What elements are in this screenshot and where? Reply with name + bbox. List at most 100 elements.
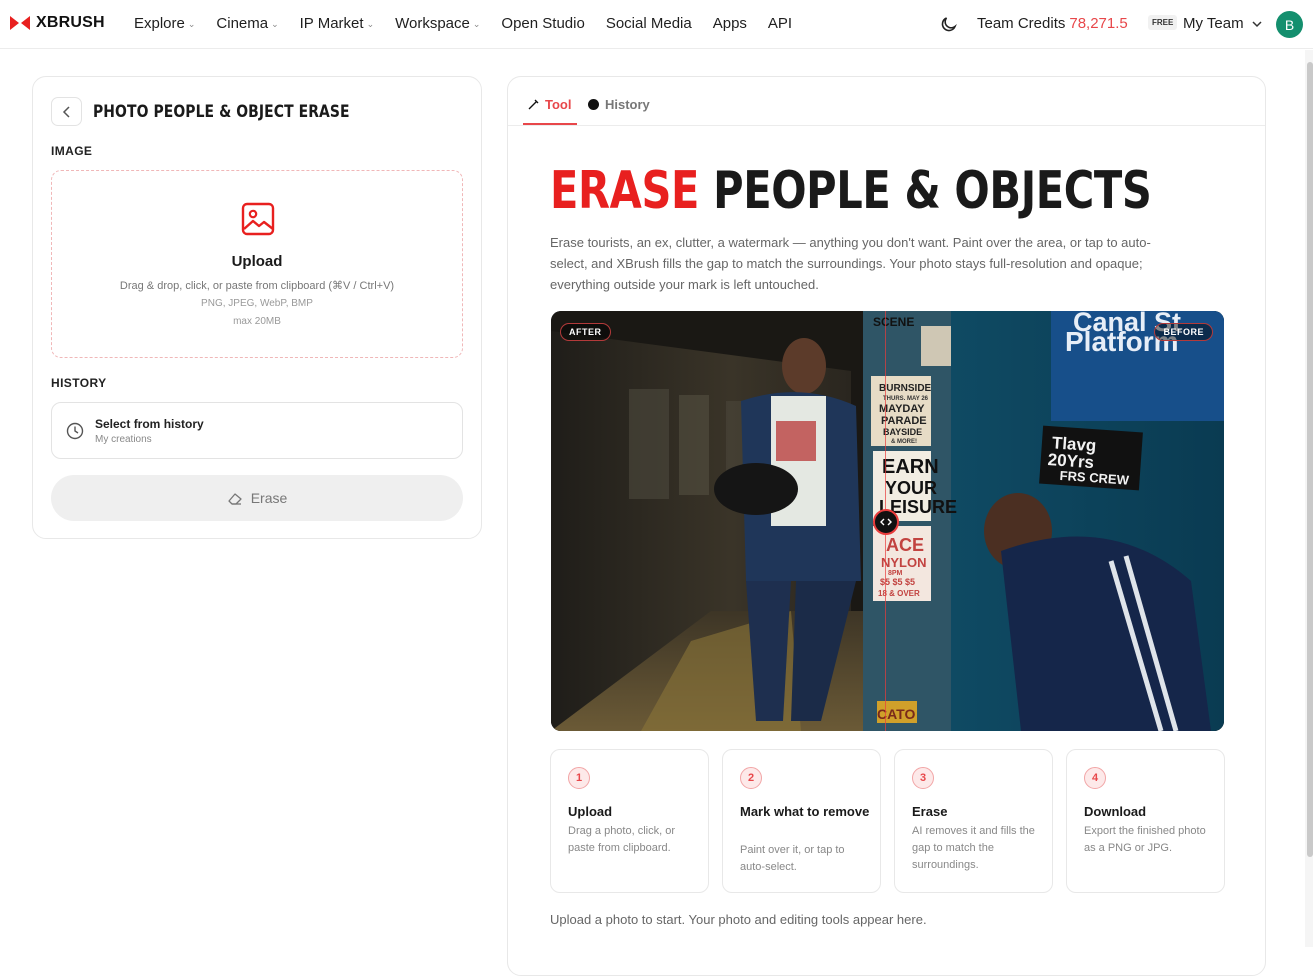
chevron-left-icon xyxy=(62,105,70,118)
image-section-label: IMAGE xyxy=(51,144,93,158)
step-card: 4 Download Export the finished photo as … xyxy=(1066,749,1225,893)
compare-slider-handle[interactable] xyxy=(873,509,899,535)
step-title: Mark what to remove xyxy=(740,804,870,819)
image-upload-icon xyxy=(241,202,275,236)
nav-item-open-studio[interactable]: Open Studio xyxy=(501,15,584,32)
tab-label: Tool xyxy=(545,97,572,112)
plan-badge: FREE xyxy=(1148,15,1178,30)
hero-accent-word: ERASE xyxy=(550,161,700,221)
active-tab-indicator xyxy=(523,123,577,125)
history-dot-icon xyxy=(588,99,599,110)
dark-mode-moon-icon[interactable] xyxy=(939,14,959,34)
before-badge: BEFORE xyxy=(1154,323,1213,341)
nav-label: Apps xyxy=(712,15,747,32)
nav-label: Cinema xyxy=(216,15,269,32)
team-label: My Team xyxy=(1183,15,1244,32)
back-button[interactable] xyxy=(51,97,82,126)
panel-tabs: Tool History xyxy=(508,77,1265,126)
chevron-down-icon: ⌄ xyxy=(472,19,481,29)
poster-text: CATO xyxy=(877,706,915,722)
team-credits[interactable]: Team Credits 78,271.5 xyxy=(977,15,1128,32)
chevron-down-icon: ⌄ xyxy=(366,19,375,29)
poster-text: PARADE xyxy=(881,415,927,427)
tab-history[interactable]: History xyxy=(588,97,650,112)
upload-dropzone[interactable]: Upload Drag & drop, click, or paste from… xyxy=(51,170,463,358)
nav-label: Explore xyxy=(134,15,185,32)
nav-label: API xyxy=(767,15,793,32)
upload-instructions: Drag & drop, click, or paste from clipbo… xyxy=(119,280,395,292)
tab-tool[interactable]: Tool xyxy=(528,97,571,112)
clock-icon xyxy=(66,422,84,440)
step-title: Upload xyxy=(568,804,613,819)
step-description: Paint over it, or tap to auto-select. xyxy=(740,844,845,873)
poster-text: BURNSIDE xyxy=(879,383,932,394)
step-title: Erase xyxy=(912,804,948,819)
poster-text: 8PM xyxy=(888,570,903,577)
tab-label: History xyxy=(605,97,650,112)
history-select-subtitle: My creations xyxy=(95,434,152,445)
tool-description: Erase tourists, an ex, clutter, a waterm… xyxy=(550,235,1151,292)
chevron-down-icon xyxy=(1252,20,1262,27)
history-section-label: HISTORY xyxy=(51,376,107,390)
select-from-history-button[interactable]: Select from history My creations xyxy=(51,402,463,459)
nav-item-apps[interactable]: Apps xyxy=(713,15,747,32)
poster-text: BAYSIDE xyxy=(883,427,922,437)
chevron-down-icon: ⌄ xyxy=(271,19,279,29)
chevron-down-icon: ⌄ xyxy=(187,19,196,29)
poster-text: & MORE! xyxy=(891,439,917,445)
page-scrollbar-thumb[interactable] xyxy=(1307,62,1313,857)
poster-text: YOUR xyxy=(885,478,937,498)
user-avatar[interactable]: B xyxy=(1276,11,1303,38)
arrows-left-right-icon xyxy=(880,518,892,526)
nav-item-api[interactable]: API xyxy=(768,15,792,32)
step-number: 1 xyxy=(568,767,590,789)
poster-text: SCENE xyxy=(873,315,914,329)
tool-settings-panel: PHOTO PEOPLE & OBJECT ERASE IMAGE Upload… xyxy=(32,76,482,539)
upload-title: Upload xyxy=(231,253,283,270)
step-number: 2 xyxy=(740,767,762,789)
after-badge: AFTER xyxy=(560,323,611,341)
credits-value: 78,271.5 xyxy=(1069,15,1128,32)
nav-label: Workspace xyxy=(395,15,470,32)
history-select-title: Select from history xyxy=(95,417,204,431)
nav-item-social-media[interactable]: Social Media xyxy=(606,15,692,32)
xbrush-logo-icon xyxy=(10,16,30,30)
upload-file-types: PNG, JPEG, WebP, BMP xyxy=(201,298,313,309)
step-description: AI removes it and fills the gap to match… xyxy=(912,825,1035,871)
step-card: 3 Erase AI removes it and fills the gap … xyxy=(894,749,1053,893)
panel-title: PHOTO PEOPLE & OBJECT ERASE xyxy=(93,102,350,122)
hero-rest: PEOPLE & OBJECTS xyxy=(699,161,1152,221)
nav-links: Explore ⌄ Cinema ⌄ IP Market ⌄ Workspace ⌄ O… xyxy=(134,15,813,32)
nav-label: IP Market xyxy=(299,15,364,32)
step-card: 2 Mark what to remove Paint over it, or … xyxy=(722,749,881,893)
tool-preview-panel: Tool History ERASE PEOPLE & OBJECTS Eras… xyxy=(507,76,1266,976)
nav-item-explore[interactable]: Explore ⌄ xyxy=(134,15,195,32)
poster-text: NYLON xyxy=(881,555,927,570)
wand-icon xyxy=(528,99,539,110)
upload-max-size: max 20MB xyxy=(233,316,281,327)
credits-label: Team Credits xyxy=(977,15,1066,32)
top-nav: XBRUSH Explore ⌄ Cinema ⌄ IP Market ⌄ Works… xyxy=(0,0,1313,49)
poster-text: EARN xyxy=(882,456,939,478)
step-description: Drag a photo, click, or paste from clipb… xyxy=(568,825,675,854)
team-selector[interactable]: My Team xyxy=(1183,15,1262,32)
step-number: 3 xyxy=(912,767,934,789)
step-card: 1 Upload Drag a photo, click, or paste f… xyxy=(550,749,709,893)
hero-heading: ERASE PEOPLE & OBJECTS xyxy=(550,161,1152,221)
step-number: 4 xyxy=(1084,767,1106,789)
before-after-comparison[interactable]: SCENE BURNSIDE THURS. MAY 26 MAYDAY PARA… xyxy=(551,311,1224,731)
nav-item-ip-market[interactable]: IP Market ⌄ xyxy=(300,15,374,32)
nav-item-workspace[interactable]: Workspace ⌄ xyxy=(395,15,480,32)
erase-button-label: Erase xyxy=(250,490,288,506)
how-it-works-steps: 1 Upload Drag a photo, click, or paste f… xyxy=(550,749,1225,893)
empty-state-note: Upload a photo to start. Your photo and … xyxy=(550,912,927,927)
brand-logo[interactable]: XBRUSH xyxy=(10,14,105,32)
nav-label: Open Studio xyxy=(501,15,585,32)
nav-item-cinema[interactable]: Cinema ⌄ xyxy=(216,15,278,32)
nav-label: Social Media xyxy=(605,15,692,32)
erase-button[interactable]: Erase xyxy=(51,475,463,521)
eraser-icon xyxy=(228,493,242,505)
poster-text: ACE xyxy=(886,535,924,555)
poster-text: THURS. MAY 26 xyxy=(883,396,929,402)
step-description: Export the finished photo as a PNG or JP… xyxy=(1084,825,1206,854)
